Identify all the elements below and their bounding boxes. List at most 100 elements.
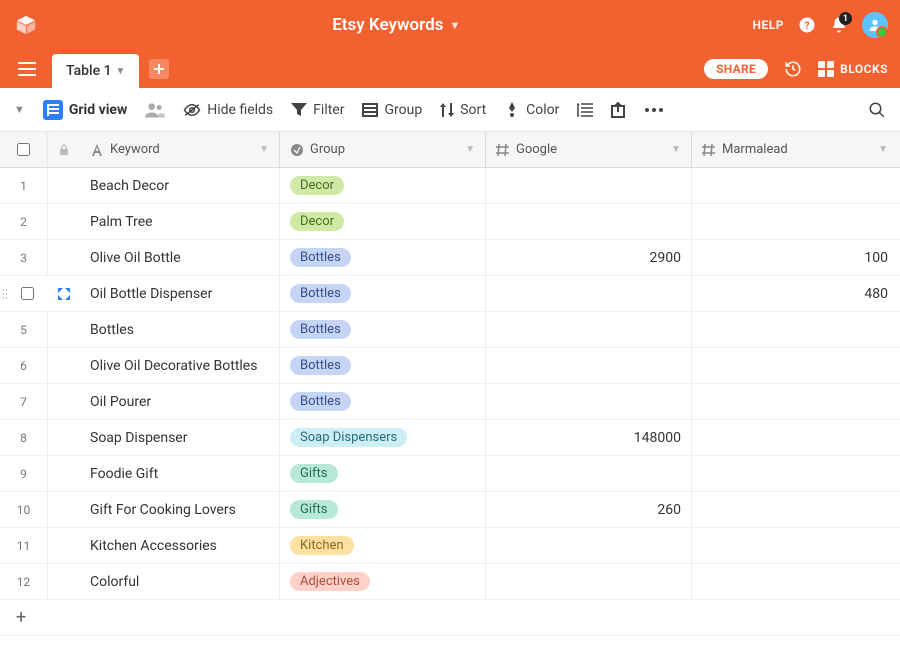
chevron-down-icon[interactable]: ▼ — [671, 144, 681, 155]
view-switcher-caret-icon[interactable]: ▼ — [14, 103, 25, 116]
chevron-down-icon[interactable]: ▼ — [465, 144, 475, 155]
cell-google[interactable] — [486, 564, 692, 599]
more-icon[interactable] — [645, 108, 663, 112]
cell-google[interactable] — [486, 204, 692, 239]
tab-table-1[interactable]: Table 1 ▼ — [52, 54, 139, 88]
cell-google[interactable]: 2900 — [486, 240, 692, 275]
cell-google[interactable] — [486, 384, 692, 419]
cell-google[interactable]: 260 — [486, 492, 692, 527]
cell-keyword[interactable]: Soap Dispenser — [80, 420, 280, 455]
cell-marmalead[interactable] — [692, 204, 898, 239]
cell-group[interactable]: Decor — [280, 204, 486, 239]
title-caret-icon[interactable]: ▼ — [449, 19, 460, 32]
group-button[interactable]: Group — [362, 102, 422, 118]
column-header-marmalead[interactable]: Marmalead ▼ — [692, 132, 898, 167]
filter-button[interactable]: Filter — [291, 102, 344, 118]
cell-google[interactable] — [486, 528, 692, 563]
add-row-button[interactable]: + — [0, 600, 900, 636]
cell-google[interactable] — [486, 348, 692, 383]
cell-google[interactable] — [486, 276, 692, 311]
row-height-icon[interactable] — [577, 102, 593, 118]
cell-keyword[interactable]: Olive Oil Decorative Bottles — [80, 348, 280, 383]
cell-google[interactable] — [486, 168, 692, 203]
help-button[interactable]: HELP — [753, 18, 784, 32]
notifications-button[interactable]: 1 — [830, 16, 848, 34]
help-icon[interactable]: ? — [798, 16, 816, 34]
table-row[interactable]: 1Beach DecorDecor — [0, 168, 900, 204]
cell-group[interactable]: Bottles — [280, 384, 486, 419]
cell-group[interactable]: Bottles — [280, 240, 486, 275]
column-header-group[interactable]: Group ▼ — [280, 132, 486, 167]
cell-group[interactable]: Soap Dispensers — [280, 420, 486, 455]
cell-group[interactable]: Adjectives — [280, 564, 486, 599]
cell-keyword[interactable]: Gift For Cooking Lovers — [80, 492, 280, 527]
table-row[interactable]: 9Foodie GiftGifts — [0, 456, 900, 492]
blocks-button[interactable]: BLOCKS — [818, 61, 888, 77]
cell-marmalead[interactable] — [692, 348, 898, 383]
expand-record-icon[interactable] — [48, 276, 80, 311]
row-checkbox[interactable] — [6, 276, 48, 311]
select-all-checkbox[interactable] — [17, 143, 30, 156]
cell-marmalead[interactable] — [692, 168, 898, 203]
cell-marmalead[interactable] — [692, 456, 898, 491]
cell-marmalead[interactable] — [692, 420, 898, 455]
cell-group[interactable]: Bottles — [280, 312, 486, 347]
column-label: Keyword — [110, 142, 160, 157]
cell-google[interactable] — [486, 312, 692, 347]
table-row[interactable]: 3Olive Oil BottleBottles2900100 — [0, 240, 900, 276]
chevron-down-icon[interactable]: ▼ — [259, 144, 269, 155]
cell-google[interactable]: 148000 — [486, 420, 692, 455]
hide-fields-button[interactable]: Hide fields — [183, 102, 273, 118]
cell-marmalead[interactable] — [692, 384, 898, 419]
cell-keyword[interactable]: Oil Bottle Dispenser — [80, 276, 280, 311]
cell-keyword[interactable]: Beach Decor — [80, 168, 280, 203]
table-row[interactable]: 7Oil PourerBottles — [0, 384, 900, 420]
cell-keyword[interactable]: Palm Tree — [80, 204, 280, 239]
table-row[interactable]: 12ColorfulAdjectives — [0, 564, 900, 600]
cell-google[interactable] — [486, 456, 692, 491]
color-button[interactable]: Color — [504, 102, 559, 118]
sort-button[interactable]: Sort — [440, 102, 486, 118]
table-row[interactable]: 5BottlesBottles — [0, 312, 900, 348]
menu-icon[interactable] — [12, 56, 42, 82]
cell-group[interactable]: Bottles — [280, 348, 486, 383]
column-header-keyword[interactable]: Keyword ▼ — [80, 132, 280, 167]
cell-keyword[interactable]: Kitchen Accessories — [80, 528, 280, 563]
table-row[interactable]: 8 Soap DispenserSoap Dispensers148000 — [0, 420, 900, 456]
table-row[interactable]: Oil Bottle DispenserBottles 480 — [0, 276, 900, 312]
cell-group[interactable]: Gifts — [280, 456, 486, 491]
cell-marmalead[interactable] — [692, 528, 898, 563]
table-row[interactable]: 11Kitchen AccessoriesKitchen — [0, 528, 900, 564]
cell-marmalead[interactable] — [692, 564, 898, 599]
user-avatar[interactable] — [862, 12, 888, 38]
search-icon[interactable] — [868, 101, 886, 119]
table-row[interactable]: 6Olive Oil Decorative BottlesBottles — [0, 348, 900, 384]
cell-group[interactable]: Gifts — [280, 492, 486, 527]
filter-label: Filter — [313, 102, 344, 118]
chevron-down-icon[interactable]: ▼ — [878, 144, 888, 155]
cell-keyword[interactable]: Foodie Gift — [80, 456, 280, 491]
base-title[interactable]: Etsy Keywords — [332, 15, 443, 35]
cell-keyword[interactable]: Olive Oil Bottle — [80, 240, 280, 275]
cell-group[interactable]: Kitchen — [280, 528, 486, 563]
cell-marmalead[interactable] — [692, 492, 898, 527]
table-row[interactable]: 10Gift For Cooking LoversGifts260 — [0, 492, 900, 528]
app-logo[interactable] — [12, 11, 40, 39]
cell-marmalead[interactable]: 100 — [692, 240, 898, 275]
table-row[interactable]: 2Palm TreeDecor — [0, 204, 900, 240]
history-icon[interactable] — [784, 60, 802, 78]
add-tab-button[interactable] — [149, 59, 169, 79]
collaborators-icon[interactable] — [145, 102, 165, 118]
cell-marmalead[interactable] — [692, 312, 898, 347]
cell-group[interactable]: Bottles — [280, 276, 486, 311]
share-button[interactable]: SHARE — [704, 59, 768, 79]
view-switcher[interactable]: Grid view — [43, 100, 127, 120]
cell-marmalead[interactable]: 480 — [692, 276, 898, 311]
column-header-google[interactable]: Google ▼ — [486, 132, 692, 167]
cell-keyword[interactable]: Oil Pourer — [80, 384, 280, 419]
cell-group[interactable]: Decor — [280, 168, 486, 203]
cell-keyword[interactable]: Bottles — [80, 312, 280, 347]
cell-keyword[interactable]: Colorful — [80, 564, 280, 599]
share-view-icon[interactable] — [611, 102, 627, 118]
row-number: 8 — [0, 420, 48, 455]
